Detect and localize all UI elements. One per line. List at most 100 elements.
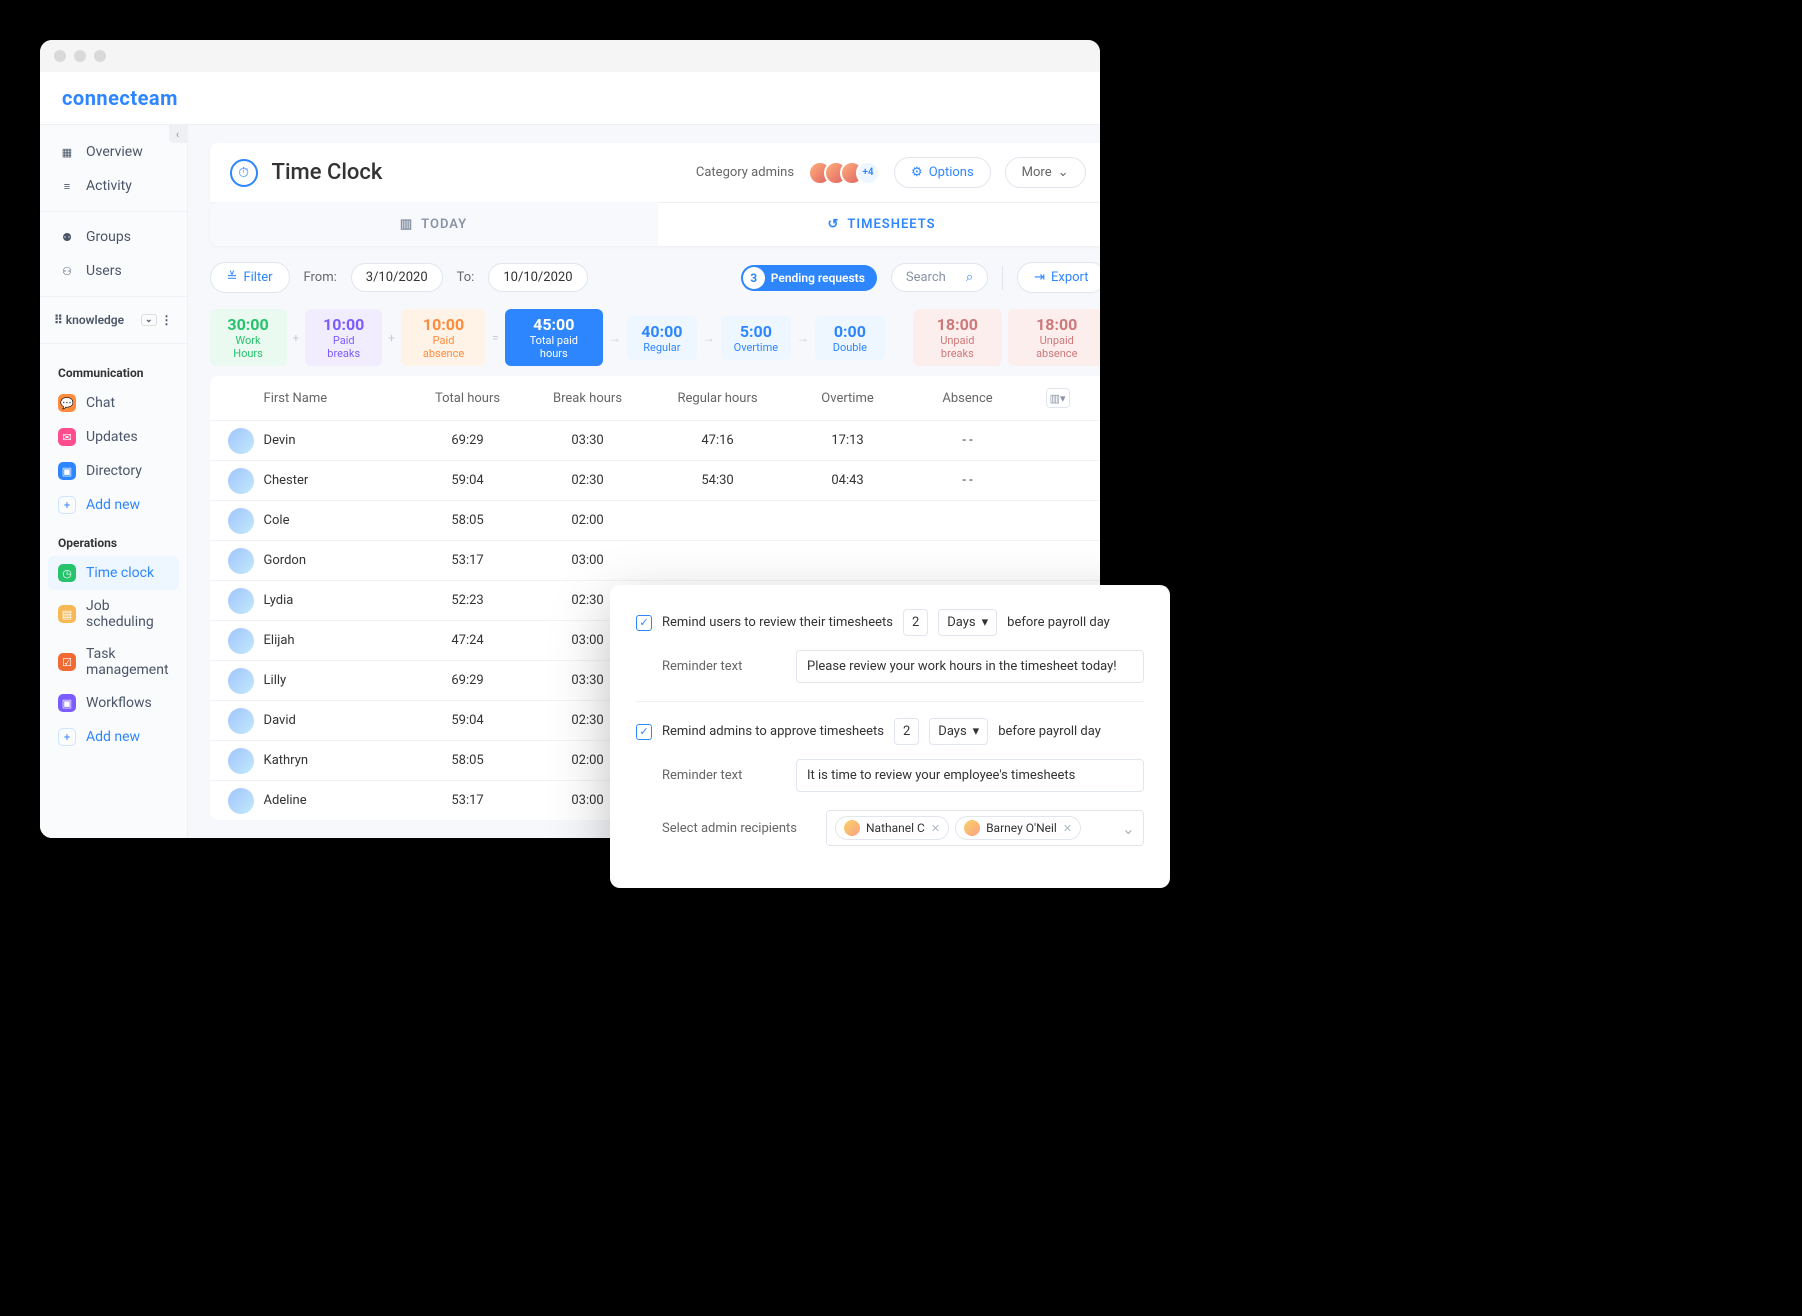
remind-users-text-input[interactable]: Please review your work hours in the tim… (796, 650, 1144, 683)
remind-admins-unit-select[interactable]: Days ▾ (929, 718, 988, 745)
nav-time-clock[interactable]: ◷Time clock (48, 556, 179, 590)
plus-icon: + (58, 496, 76, 514)
admin-avatars[interactable]: +4 (808, 161, 880, 185)
cell-absence: - - (908, 433, 1028, 448)
remind-admins-checkbox[interactable]: ✓ (636, 724, 652, 740)
cell-name: Kathryn (264, 753, 309, 768)
search-input[interactable]: Search ⌕ (891, 263, 988, 292)
tab-timesheets[interactable]: ↺TIMESHEETS (658, 202, 1100, 246)
cell-regular: 47:16 (648, 433, 788, 448)
nav-overview[interactable]: ▦Overview (40, 135, 187, 169)
chevron-down-icon: ▾ (973, 724, 980, 739)
col-total-hours[interactable]: Total hours (408, 391, 528, 406)
cell-overtime: 04:43 (788, 473, 908, 488)
cell-name: Chester (264, 473, 309, 488)
from-date[interactable]: 3/10/2020 (351, 263, 443, 292)
traffic-light[interactable] (94, 50, 106, 62)
nav-updates[interactable]: ✉Updates (40, 420, 187, 454)
col-regular-hours[interactable]: Regular hours (648, 391, 788, 406)
remind-users-days-input[interactable]: 2 (903, 609, 928, 636)
window-titlebar (40, 40, 1100, 72)
chevron-down-icon[interactable]: ⌄ (1122, 819, 1135, 838)
remind-users-suffix: before payroll day (1007, 615, 1110, 630)
pending-requests-button[interactable]: 3 Pending requests (741, 265, 877, 291)
chat-icon: 💬 (58, 394, 76, 412)
nav-workflows[interactable]: ▣ Workflows (40, 686, 187, 720)
nav-add-new-comm[interactable]: +Add new (40, 488, 187, 522)
search-icon: ⌕ (966, 270, 973, 285)
cell-name: Adeline (264, 793, 307, 808)
avatar (228, 428, 254, 454)
updates-icon: ✉ (58, 428, 76, 446)
nav-job-scheduling[interactable]: ▤ Job scheduling (40, 590, 187, 638)
table-row[interactable]: Gordon53:1703:00 (210, 540, 1100, 580)
pending-count: 3 (743, 267, 765, 289)
table-row[interactable]: Devin69:2903:3047:1617:13- - (210, 420, 1100, 460)
column-selector-button[interactable]: ▥▾ (1046, 388, 1070, 408)
export-button[interactable]: ⇥Export (1017, 262, 1100, 293)
traffic-light[interactable] (74, 50, 86, 62)
remove-chip-icon[interactable]: ✕ (931, 822, 940, 835)
more-button[interactable]: More ⌄ (1005, 157, 1086, 188)
tab-today[interactable]: ▥TODAY (210, 202, 658, 246)
remind-admins-text-input[interactable]: It is time to review your employee's tim… (796, 759, 1144, 792)
traffic-light[interactable] (54, 50, 66, 62)
calendar-icon: ▤ (58, 605, 76, 623)
cell-total: 47:24 (408, 633, 528, 648)
col-break-hours[interactable]: Break hours (528, 391, 648, 406)
chevron-down-icon[interactable]: ⌄ (141, 314, 157, 326)
table-row[interactable]: Chester59:0402:3054:3004:43- - (210, 460, 1100, 500)
summary-regular: 40:00Regular (627, 316, 697, 360)
cell-total: 69:29 (408, 673, 528, 688)
nav-activity[interactable]: ≡Activity (40, 169, 187, 203)
cell-total: 58:05 (408, 753, 528, 768)
remind-users-checkbox[interactable]: ✓ (636, 615, 652, 631)
cell-total: 59:04 (408, 473, 528, 488)
recipients-label: Select admin recipients (662, 821, 812, 836)
table-row[interactable]: Cole58:0502:00 (210, 500, 1100, 540)
summary-paid-breaks: 10:00Paid breaks (305, 309, 382, 366)
nav-label: Chat (86, 395, 115, 411)
filter-button[interactable]: ≚Filter (210, 262, 290, 293)
nav-label: Job scheduling (86, 598, 169, 630)
options-button[interactable]: ⚙Options (894, 157, 991, 188)
avatar (228, 668, 254, 694)
nav-add-new-ops[interactable]: +Add new (40, 720, 187, 754)
list-icon: ≡ (58, 177, 76, 195)
from-label: From: (304, 270, 337, 285)
filter-icon: ≚ (227, 270, 238, 285)
cell-break: 02:00 (528, 513, 648, 528)
cell-name: Lydia (264, 593, 294, 608)
workflow-icon: ▣ (58, 694, 76, 712)
nav-knowledge[interactable]: ⠿ knowledge ⌄ ⋮ (40, 305, 187, 335)
nav-users[interactable]: ⚇Users (40, 254, 187, 288)
cell-total: 69:29 (408, 433, 528, 448)
nav-label: Directory (86, 463, 142, 479)
remove-chip-icon[interactable]: ✕ (1063, 822, 1072, 835)
to-date[interactable]: 10/10/2020 (488, 263, 587, 292)
recipient-chip[interactable]: Nathanel C✕ (835, 816, 949, 840)
summary-work-hours: 30:00Work Hours (210, 309, 287, 366)
summary-unpaid-absence: 18:00Unpaid absence (1008, 309, 1100, 366)
col-first-name[interactable]: First Name (228, 391, 408, 406)
recipient-chip[interactable]: Barney O'Neil✕ (955, 816, 1081, 840)
recipients-input[interactable]: Nathanel C✕ Barney O'Neil✕ ⌄ (826, 810, 1144, 846)
chevron-down-icon: ⌄ (1058, 165, 1069, 180)
section-communication: Communication (40, 352, 187, 386)
cell-name: Cole (264, 513, 290, 528)
avatar (228, 748, 254, 774)
nav-chat[interactable]: 💬 Chat (40, 386, 187, 420)
remind-users-unit-select[interactable]: Days ▾ (938, 609, 997, 636)
avatar (228, 508, 254, 534)
nav-label: Workflows (86, 695, 152, 711)
col-absence[interactable]: Absence (908, 391, 1028, 406)
collapse-sidebar-button[interactable]: ‹ (169, 125, 187, 143)
more-icon[interactable]: ⋮ (161, 313, 173, 327)
remind-admins-days-input[interactable]: 2 (894, 718, 919, 745)
col-overtime[interactable]: Overtime (788, 391, 908, 406)
cell-name: David (264, 713, 296, 728)
cell-name: Devin (264, 433, 296, 448)
nav-task-management[interactable]: ☑Task management (40, 638, 187, 686)
nav-directory[interactable]: ▣Directory (40, 454, 187, 488)
nav-groups[interactable]: ⚉Groups (40, 220, 187, 254)
